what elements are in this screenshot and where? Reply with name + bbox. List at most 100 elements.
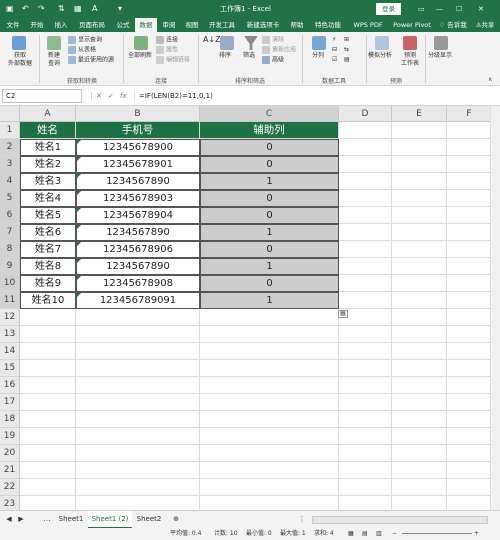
cell[interactable] [339,224,392,241]
tab-view[interactable]: 视图 [181,18,203,32]
undo-icon[interactable]: ↶ [22,0,29,18]
sort-icon[interactable]: ⇅ [58,0,65,18]
cell[interactable] [339,139,392,156]
cell[interactable] [339,411,392,428]
cell[interactable]: 姓名6 [20,224,76,241]
more-sheets-icon[interactable]: … [40,511,54,529]
cell[interactable] [392,292,447,309]
row-header[interactable]: 1 [0,122,20,139]
cell[interactable] [20,394,76,411]
row-header[interactable]: 20 [0,445,20,462]
column-header[interactable]: F [447,106,490,122]
cell[interactable]: 0 [200,241,339,258]
row-header[interactable]: 14 [0,343,20,360]
cell[interactable] [200,377,339,394]
cell[interactable]: 1 [200,224,339,241]
cell[interactable]: 12345678906 [76,241,200,258]
quick-analysis-icon[interactable]: ▤ [338,310,348,318]
cell[interactable] [392,309,447,326]
horizontal-scrollbar[interactable] [312,516,488,524]
cell[interactable] [447,173,490,190]
cell[interactable] [392,139,447,156]
cell[interactable] [392,326,447,343]
recent-sources-button[interactable]: 最近使用的源 [68,56,114,65]
cell[interactable]: 12345678901 [76,156,200,173]
cell[interactable] [392,428,447,445]
cell[interactable]: 姓名8 [20,258,76,275]
zoom-slider[interactable] [402,533,472,534]
cell[interactable] [20,496,76,510]
cell[interactable] [392,411,447,428]
add-sheet-icon[interactable]: ⊕ [170,511,182,529]
tab-features[interactable]: 特色功能 [310,18,346,32]
column-header[interactable]: D [339,106,392,122]
cell[interactable] [447,156,490,173]
row-header[interactable]: 23 [0,496,20,510]
cell[interactable] [392,190,447,207]
cell[interactable]: 0 [200,207,339,224]
cell[interactable] [200,496,339,510]
tell-me-box[interactable]: ♢ 告诉我 [436,18,470,32]
cell[interactable]: 姓名7 [20,241,76,258]
row-header[interactable]: 2 [0,139,20,156]
table-header-cell[interactable]: 姓名 [20,122,76,139]
cell[interactable] [76,394,200,411]
table-header-cell[interactable]: 辅助列 [200,122,339,139]
clear-button[interactable]: 清除 [262,36,284,45]
cell[interactable] [76,326,200,343]
cell[interactable] [339,275,392,292]
cell[interactable] [447,360,490,377]
cell[interactable] [447,445,490,462]
sort-az-icon[interactable]: A↓Z [203,36,221,44]
cell[interactable] [76,309,200,326]
show-queries-button[interactable]: 显示查询 [68,36,102,45]
column-header[interactable]: B [76,106,200,122]
cell[interactable] [447,241,490,258]
cell[interactable] [392,496,447,510]
cell[interactable] [20,377,76,394]
cell[interactable]: 0 [200,156,339,173]
row-header[interactable]: 12 [0,309,20,326]
tab-file[interactable]: 文件 [2,18,24,32]
advanced-button[interactable]: 高级 [262,56,284,65]
cell[interactable] [339,173,392,190]
cell[interactable]: 1234567890 [76,258,200,275]
cell[interactable] [20,309,76,326]
relationships-icon[interactable]: ⇆ [344,46,349,54]
next-sheet-icon[interactable]: ▶ [16,511,26,529]
tab-developer[interactable]: 开发工具 [204,18,240,32]
normal-view-icon[interactable]: ▦ [348,528,354,540]
cell[interactable] [339,326,392,343]
row-header[interactable]: 8 [0,241,20,258]
from-table-button[interactable]: 从表格 [68,46,96,55]
cell[interactable] [339,479,392,496]
cell[interactable] [200,309,339,326]
cell[interactable] [392,122,447,139]
vertical-scrollbar[interactable] [490,106,500,510]
cell[interactable] [200,479,339,496]
cell[interactable]: 12345678900 [76,139,200,156]
cell[interactable] [76,360,200,377]
outline-button[interactable]: 分级显示 [428,52,452,60]
filter-button[interactable]: 筛选 [243,52,255,60]
cell[interactable] [76,479,200,496]
cell[interactable] [76,496,200,510]
cell[interactable] [20,445,76,462]
cell[interactable]: 姓名2 [20,156,76,173]
cell[interactable] [76,462,200,479]
cell[interactable] [392,343,447,360]
cell[interactable] [339,394,392,411]
cell[interactable] [20,462,76,479]
column-header[interactable]: E [392,106,447,122]
prev-sheet-icon[interactable]: ◀ [4,511,14,529]
cell[interactable] [447,428,490,445]
flash-fill-icon[interactable]: ⚡ [332,36,336,44]
cell[interactable] [200,326,339,343]
cell[interactable] [200,445,339,462]
cell[interactable]: 12345678908 [76,275,200,292]
cell[interactable] [200,411,339,428]
cell[interactable] [339,360,392,377]
cell[interactable] [339,292,392,309]
cell[interactable]: 12345678903 [76,190,200,207]
cell[interactable]: 1 [200,258,339,275]
